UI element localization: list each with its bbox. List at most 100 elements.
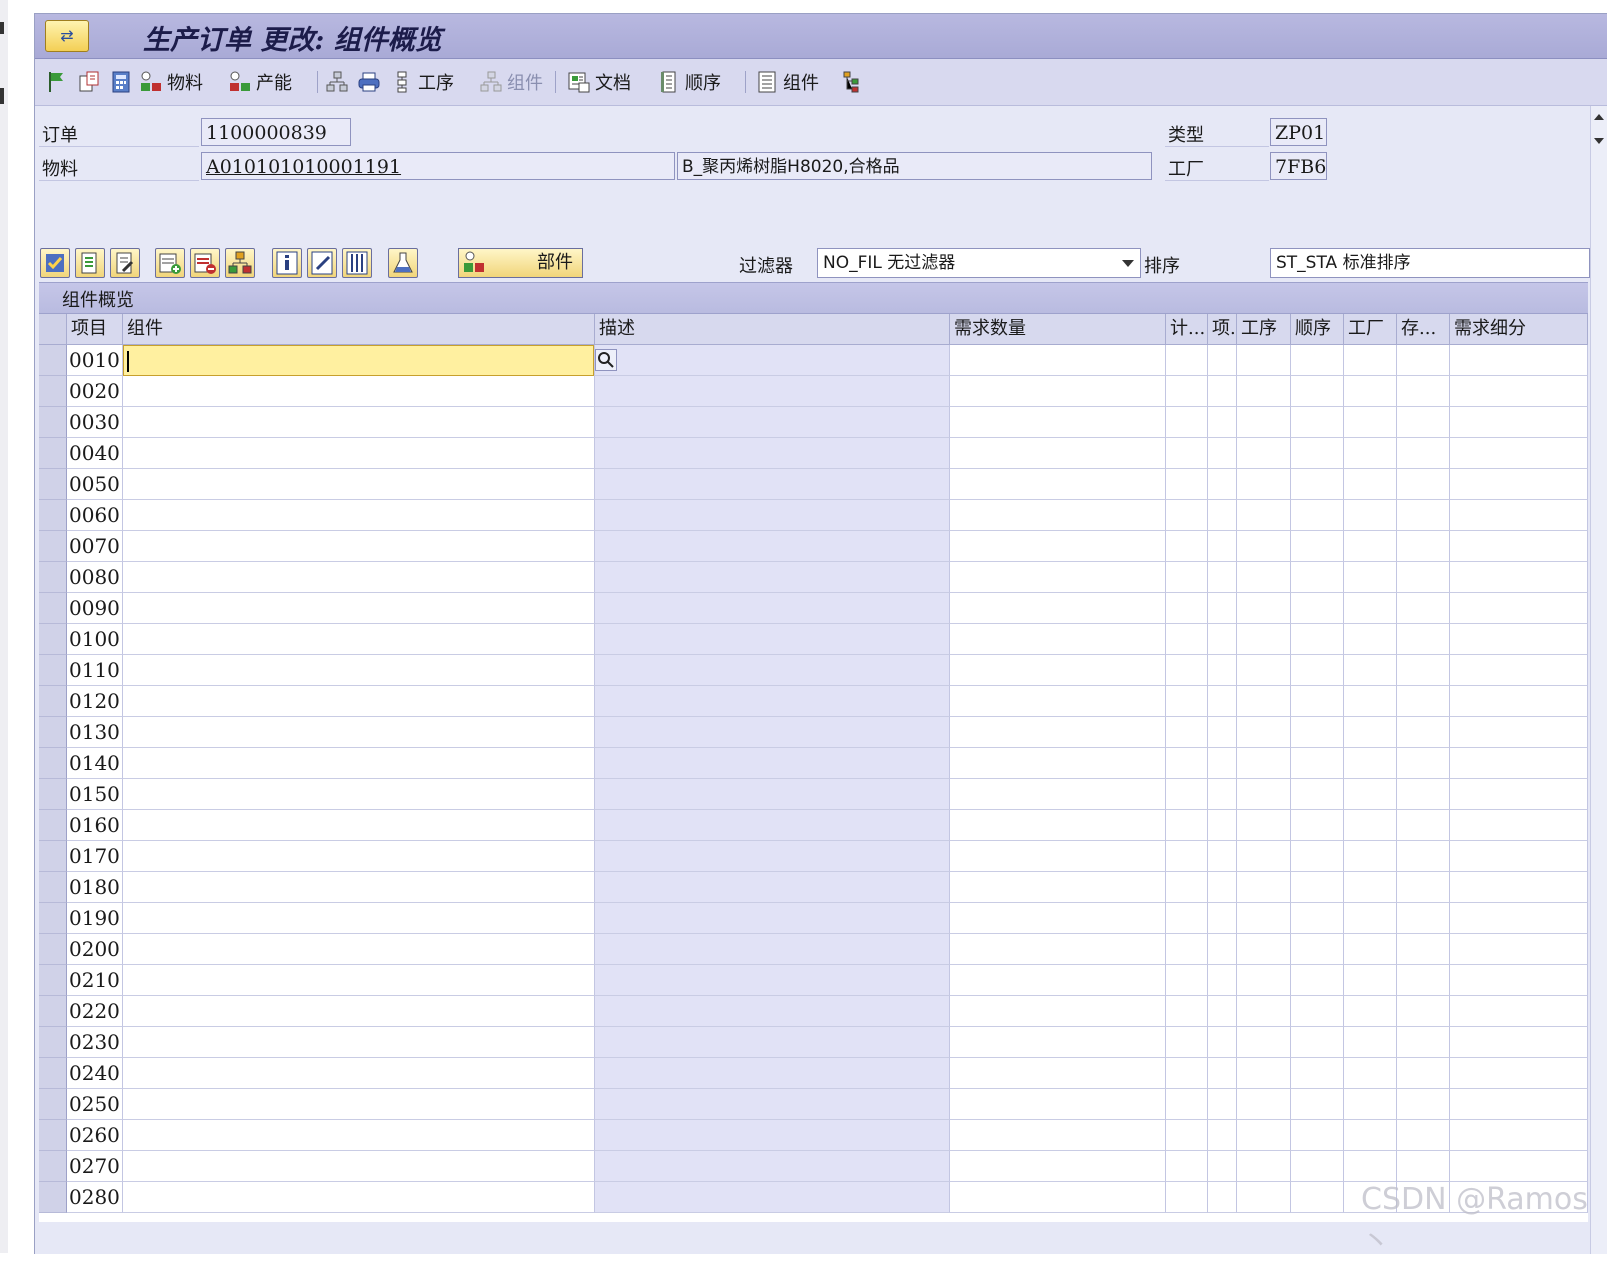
col-operation-cell[interactable] xyxy=(1237,593,1291,624)
col-uom-cell[interactable] xyxy=(1166,500,1208,531)
col-component-cell[interactable] xyxy=(123,593,595,624)
col-item-cat-cell[interactable] xyxy=(1208,810,1237,841)
col-plant-cell[interactable] xyxy=(1344,934,1397,965)
edit-button[interactable] xyxy=(307,248,337,278)
col-req-segment-cell[interactable] xyxy=(1450,934,1588,965)
col-sequence-cell[interactable] xyxy=(1291,1120,1344,1151)
col-plant-cell[interactable] xyxy=(1344,438,1397,469)
col-req-segment-cell[interactable] xyxy=(1450,624,1588,655)
col-sequence-header[interactable]: 顺序 xyxy=(1291,314,1344,344)
col-plant-cell[interactable] xyxy=(1344,748,1397,779)
col-item-cat-cell[interactable] xyxy=(1208,872,1237,903)
col-uom-cell[interactable] xyxy=(1166,655,1208,686)
col-uom-cell[interactable] xyxy=(1166,1120,1208,1151)
col-req-segment-cell[interactable] xyxy=(1450,810,1588,841)
col-req-segment-cell[interactable] xyxy=(1450,686,1588,717)
costs-button[interactable] xyxy=(109,68,133,96)
col-uom-cell[interactable] xyxy=(1166,624,1208,655)
col-sequence-cell[interactable] xyxy=(1291,593,1344,624)
col-sequence-cell[interactable] xyxy=(1291,562,1344,593)
col-req-quantity-cell[interactable] xyxy=(950,934,1166,965)
col-plant-cell[interactable] xyxy=(1344,1151,1397,1182)
col-operation-cell[interactable] xyxy=(1237,1182,1291,1213)
col-component-cell[interactable] xyxy=(123,779,595,810)
col-operation-header[interactable]: 工序 xyxy=(1237,314,1291,344)
row-selector[interactable] xyxy=(39,686,67,717)
select-all-button[interactable] xyxy=(40,248,70,278)
col-req-quantity-cell[interactable] xyxy=(950,996,1166,1027)
col-plant-cell[interactable] xyxy=(1344,562,1397,593)
col-storage-cell[interactable] xyxy=(1397,934,1450,965)
row-selector[interactable] xyxy=(39,841,67,872)
col-req-quantity-cell[interactable] xyxy=(950,593,1166,624)
col-operation-cell[interactable] xyxy=(1237,872,1291,903)
col-sequence-cell[interactable] xyxy=(1291,407,1344,438)
documents-button[interactable]: 文档 xyxy=(567,68,631,96)
col-item-header[interactable]: 项目 xyxy=(67,314,123,344)
col-req-segment-cell[interactable] xyxy=(1450,500,1588,531)
col-sequence-cell[interactable] xyxy=(1291,438,1344,469)
col-storage-cell[interactable] xyxy=(1397,655,1450,686)
col-operation-cell[interactable] xyxy=(1237,438,1291,469)
col-sequence-cell[interactable] xyxy=(1291,624,1344,655)
col-req-quantity-cell[interactable] xyxy=(950,345,1166,376)
col-req-quantity-cell[interactable] xyxy=(950,624,1166,655)
col-plant-cell[interactable] xyxy=(1344,779,1397,810)
col-sequence-cell[interactable] xyxy=(1291,872,1344,903)
parts-button[interactable]: 部件 xyxy=(458,248,583,278)
col-component-cell[interactable] xyxy=(123,1151,595,1182)
col-item-cat-cell[interactable] xyxy=(1208,624,1237,655)
col-req-quantity-cell[interactable] xyxy=(950,1151,1166,1182)
col-req-segment-cell[interactable] xyxy=(1450,841,1588,872)
col-component-cell[interactable] xyxy=(123,531,595,562)
col-item-cat-cell[interactable] xyxy=(1208,1089,1237,1120)
col-item-cat-cell[interactable] xyxy=(1208,593,1237,624)
col-uom-cell[interactable] xyxy=(1166,469,1208,500)
columns-button[interactable] xyxy=(342,248,372,278)
col-req-segment-cell[interactable] xyxy=(1450,1151,1588,1182)
col-uom-cell[interactable] xyxy=(1166,376,1208,407)
col-storage-header[interactable]: 存... xyxy=(1397,314,1450,344)
row-selector[interactable] xyxy=(39,1027,67,1058)
col-req-quantity-cell[interactable] xyxy=(950,965,1166,996)
col-req-segment-cell[interactable] xyxy=(1450,903,1588,934)
col-req-quantity-cell[interactable] xyxy=(950,438,1166,469)
col-uom-header[interactable]: 计... xyxy=(1166,314,1208,344)
row-selector[interactable] xyxy=(39,531,67,562)
col-plant-cell[interactable] xyxy=(1344,655,1397,686)
col-storage-cell[interactable] xyxy=(1397,903,1450,934)
row-selector[interactable] xyxy=(39,376,67,407)
col-component-cell[interactable] xyxy=(123,562,595,593)
col-operation-cell[interactable] xyxy=(1237,686,1291,717)
material-number-field[interactable]: A010101010001191 xyxy=(201,152,675,180)
row-selector[interactable] xyxy=(39,810,67,841)
col-operation-cell[interactable] xyxy=(1237,1151,1291,1182)
col-plant-cell[interactable] xyxy=(1344,624,1397,655)
row-selector[interactable] xyxy=(39,965,67,996)
row-selector[interactable] xyxy=(39,934,67,965)
col-req-segment-cell[interactable] xyxy=(1450,748,1588,779)
col-sequence-cell[interactable] xyxy=(1291,841,1344,872)
hierarchy-button[interactable] xyxy=(325,68,349,96)
sequence-button[interactable]: 顺序 xyxy=(657,68,721,96)
printer-button[interactable] xyxy=(357,68,381,96)
col-storage-cell[interactable] xyxy=(1397,500,1450,531)
col-item-cat-cell[interactable] xyxy=(1208,965,1237,996)
col-sequence-cell[interactable] xyxy=(1291,965,1344,996)
col-req-segment-cell[interactable] xyxy=(1450,872,1588,903)
col-uom-cell[interactable] xyxy=(1166,965,1208,996)
col-plant-cell[interactable] xyxy=(1344,717,1397,748)
header-flag-button[interactable] xyxy=(45,68,69,96)
col-storage-cell[interactable] xyxy=(1397,1089,1450,1120)
row-selector[interactable] xyxy=(39,996,67,1027)
col-item-cat-cell[interactable] xyxy=(1208,376,1237,407)
col-sequence-cell[interactable] xyxy=(1291,1089,1344,1120)
col-operation-cell[interactable] xyxy=(1237,1120,1291,1151)
col-sequence-cell[interactable] xyxy=(1291,1182,1344,1213)
row-selector[interactable] xyxy=(39,469,67,500)
col-sequence-cell[interactable] xyxy=(1291,345,1344,376)
row-selector[interactable] xyxy=(39,903,67,934)
col-storage-cell[interactable] xyxy=(1397,345,1450,376)
col-sequence-cell[interactable] xyxy=(1291,779,1344,810)
col-component-cell[interactable] xyxy=(123,1027,595,1058)
